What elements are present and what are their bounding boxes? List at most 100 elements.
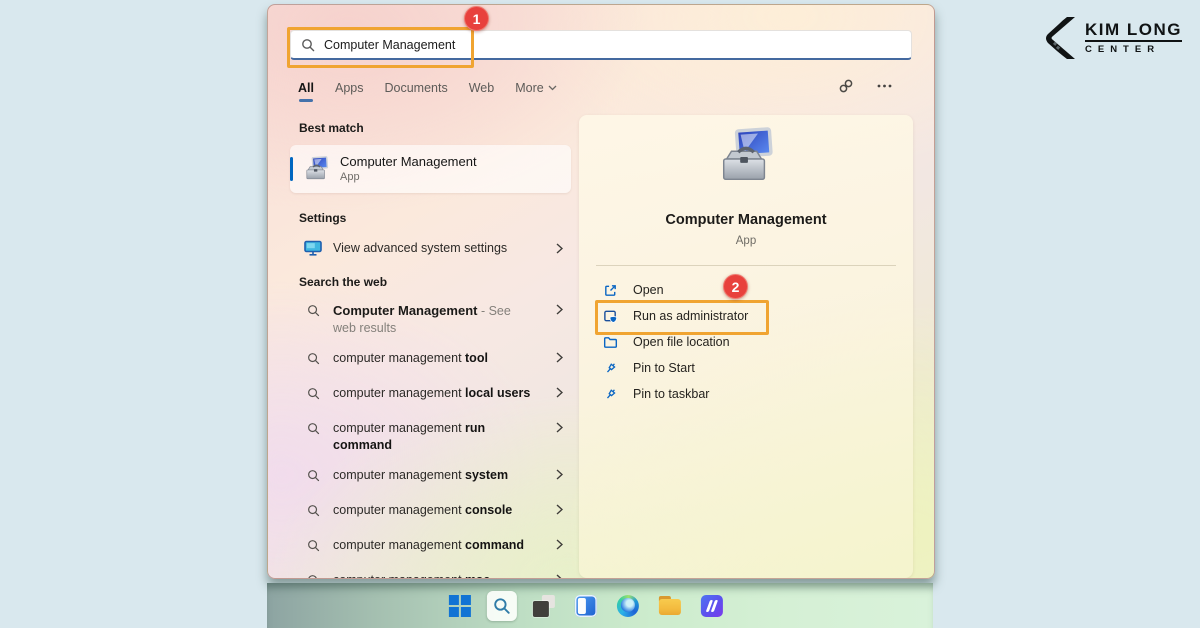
search-icon [304,352,322,365]
folder-icon [603,335,618,350]
chevron-right-icon [556,422,563,433]
tutorial-highlight-search [287,27,474,68]
screenshot-canvas: KIM LONG CENTER 1 All Apps Documents Web… [0,0,1200,628]
search-icon [304,387,322,400]
web-result-prefix: computer management [333,538,465,552]
app-m-icon [701,595,723,617]
web-result-prefix: computer management [333,468,465,482]
taskbar-file-explorer-button[interactable] [655,591,685,621]
open-external-icon [603,283,618,298]
best-match-header: Best match [290,121,571,135]
preview-app-type: App [579,235,913,247]
web-result-prefix: computer management [333,386,465,400]
chevron-right-icon [556,243,563,254]
tab-web[interactable]: Web [469,81,494,95]
kim-long-center-logo: KIM LONG CENTER [1045,16,1182,60]
web-result-prefix: computer management [333,351,465,365]
edge-browser-icon [617,595,639,617]
tab-all[interactable]: All [298,81,314,95]
results-column: Best match [290,121,571,579]
taskbar-search-button[interactable] [487,591,517,621]
settings-result-label: View advanced system settings [333,240,531,257]
web-result-bold: console [465,503,512,517]
taskbar-start-button[interactable] [445,591,475,621]
web-result-see-web-results[interactable]: Computer Management - See web results [290,302,571,337]
file-explorer-icon [659,596,681,615]
search-filter-tabs: All Apps Documents Web More [298,81,557,95]
best-match-type: App [340,170,477,184]
chevron-right-icon [556,539,563,550]
brand-subtitle: CENTER [1085,44,1160,55]
best-match-title: Computer Management [340,154,477,170]
web-result-prefix: computer management [333,421,465,435]
pin-icon [603,361,618,376]
taskbar-app-button[interactable] [697,591,727,621]
pin-icon [603,387,618,402]
tab-documents[interactable]: Documents [384,81,447,95]
action-pin-to-taskbar[interactable]: Pin to taskbar [603,381,903,407]
tab-more-label: More [515,81,543,95]
search-icon [304,574,322,579]
chevron-right-icon [556,387,563,398]
web-result-system[interactable]: computer management system [290,467,571,489]
taskbar [267,583,933,628]
windows-search-panel: 1 All Apps Documents Web More Best match [267,4,935,579]
step-badge-2: 2 [723,274,748,299]
web-result-bold: system [465,468,508,482]
search-icon [493,597,511,615]
web-result-query: Computer Management [333,303,477,318]
kim-long-chevron-icon [1045,16,1079,60]
search-icon [304,504,322,517]
settings-result-advanced-system[interactable]: View advanced system settings [290,237,571,259]
chevron-right-icon [556,574,563,579]
chevron-right-icon [556,304,563,315]
action-label: Open file location [633,335,730,349]
taskbar-task-view-button[interactable] [529,591,559,621]
taskbar-edge-button[interactable] [613,591,643,621]
web-result-bold: msc [465,573,490,579]
task-view-icon [533,595,555,617]
chevron-right-icon [556,469,563,480]
best-match-result[interactable]: Computer Management App [290,145,571,193]
web-result-bold: tool [465,351,488,365]
chevron-down-icon [548,85,557,91]
app-preview-pane: Computer Management App Open Run as admi… [579,115,913,578]
chevron-right-icon [556,504,563,515]
web-result-local-users[interactable]: computer management local users [290,385,571,407]
web-result-bold: command [465,538,524,552]
options-ellipsis-icon[interactable] [877,84,892,88]
widgets-icon [575,595,597,617]
tab-apps[interactable]: Apps [335,81,364,95]
web-result-tool[interactable]: computer management tool [290,350,571,372]
taskbar-widgets-button[interactable] [571,591,601,621]
web-result-run-command[interactable]: computer management run command [290,420,571,454]
web-result-console[interactable]: computer management console [290,502,571,524]
action-pin-to-start[interactable]: Pin to Start [603,355,903,381]
search-icon [304,422,322,435]
web-result-command[interactable]: computer management command [290,537,571,559]
preview-divider [596,265,896,266]
brand-divider [1085,40,1182,43]
preview-app-title: Computer Management [579,212,913,228]
search-icon [304,304,322,317]
windows-start-icon [449,595,471,617]
tutorial-highlight-run-as-admin [595,300,769,335]
search-icon [304,469,322,482]
computer-management-app-icon [303,156,330,183]
preview-actions: Open Run as administrator Open file loca… [603,277,903,407]
chevron-right-icon [556,352,563,363]
action-label: Pin to taskbar [633,387,709,401]
computer-management-app-icon [715,127,777,194]
action-label: Open [633,283,664,297]
system-settings-icon [304,240,322,256]
action-label: Pin to Start [633,361,695,375]
account-rings-icon[interactable] [838,79,854,93]
tab-more[interactable]: More [515,81,556,95]
step-badge-1: 1 [464,6,489,31]
search-the-web-header: Search the web [290,275,571,289]
settings-header: Settings [290,211,571,225]
brand-name: KIM LONG [1085,21,1182,39]
web-result-msc[interactable]: computer management msc [290,572,571,579]
web-result-bold: local users [465,386,530,400]
search-icon [304,539,322,552]
